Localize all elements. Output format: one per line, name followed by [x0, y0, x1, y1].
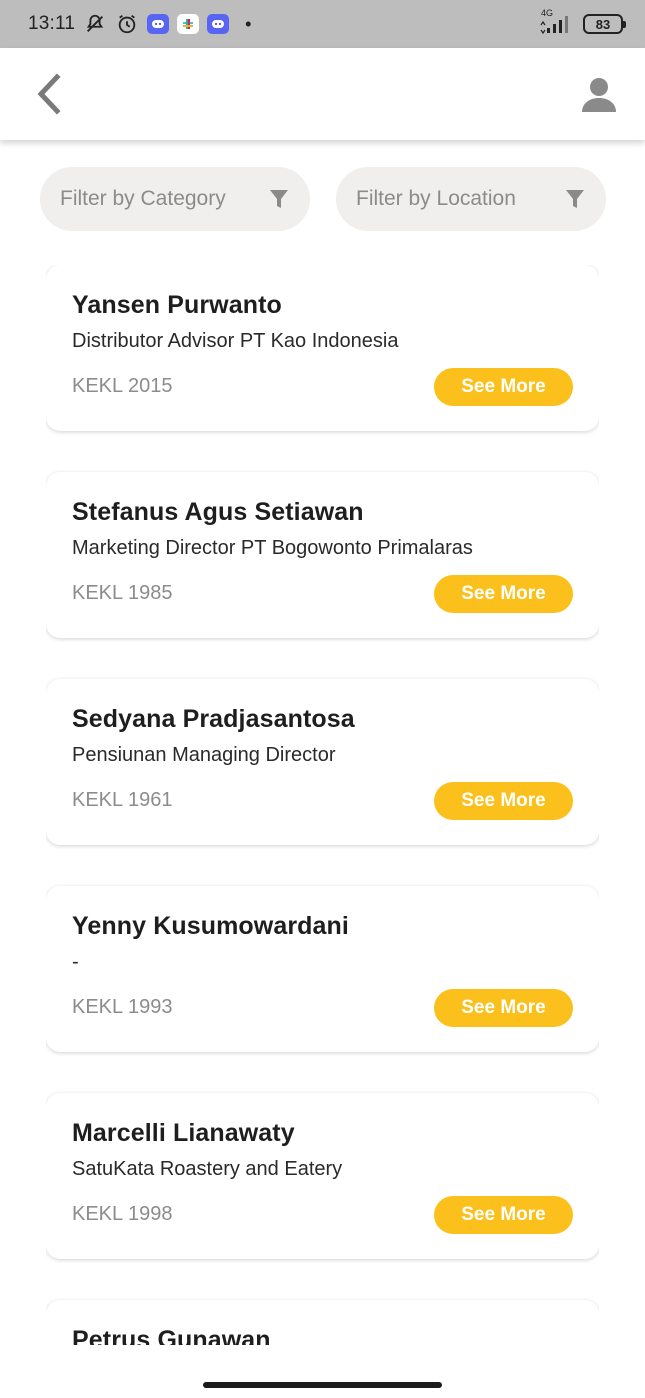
filter-location-button[interactable]: Filter by Location — [336, 167, 606, 231]
home-indicator[interactable] — [203, 1382, 442, 1388]
chevron-left-icon — [37, 73, 61, 115]
discord-icon — [207, 14, 230, 34]
alumni-list[interactable]: Yansen Purwanto Distributor Advisor PT K… — [46, 265, 599, 1345]
profile-button[interactable] — [577, 72, 621, 116]
status-bar: 13:11 • 4G 83 — [0, 0, 645, 48]
see-more-button[interactable]: See More — [434, 1196, 573, 1234]
alumni-class-year: KEKL 1998 — [72, 1203, 173, 1225]
back-button[interactable] — [26, 72, 70, 116]
list-item: Yansen Purwanto Distributor Advisor PT K… — [46, 265, 599, 431]
alumni-name: Stefanus Agus Setiawan — [72, 498, 364, 526]
see-more-button[interactable]: See More — [434, 989, 573, 1027]
slack-icon — [177, 14, 200, 34]
list-item: Sedyana Pradjasantosa Pensiunan Managing… — [46, 679, 599, 845]
alumni-class-year: KEKL 1961 — [72, 789, 173, 811]
list-item: Petrus Gunawan — [46, 1300, 599, 1345]
alumni-position: Marketing Director PT Bogowonto Primalar… — [72, 537, 473, 559]
alarm-icon — [115, 12, 139, 36]
alumni-name: Yenny Kusumowardani — [72, 912, 349, 940]
see-more-button[interactable]: See More — [434, 575, 573, 613]
battery-indicator: 83 — [583, 14, 626, 34]
network-type: 4G — [541, 8, 554, 18]
discord-icon — [147, 14, 170, 34]
mute-icon — [83, 12, 107, 36]
alumni-position: SatuKata Roastery and Eatery — [72, 1158, 343, 1180]
alumni-position: Distributor Advisor PT Kao Indonesia — [72, 330, 399, 352]
alumni-name: Yansen Purwanto — [72, 291, 282, 319]
see-more-button[interactable]: See More — [434, 368, 573, 406]
alumni-name: Sedyana Pradjasantosa — [72, 705, 355, 733]
status-left: 13:11 • — [28, 12, 251, 36]
status-time: 13:11 — [28, 13, 76, 34]
alumni-class-year: KEKL 1985 — [72, 582, 173, 604]
app-bar — [0, 48, 645, 140]
alumni-name: Marcelli Lianawaty — [72, 1119, 295, 1147]
funnel-icon — [564, 188, 586, 210]
filter-category-label: Filter by Category — [60, 187, 226, 210]
alumni-class-year: KEKL 1993 — [72, 996, 173, 1018]
battery-level: 83 — [595, 16, 611, 32]
person-icon — [582, 78, 616, 112]
more-notifications-dot: • — [245, 13, 252, 34]
status-right: 4G 83 — [539, 8, 626, 36]
list-item: Stefanus Agus Setiawan Marketing Directo… — [46, 472, 599, 638]
funnel-icon — [268, 188, 290, 210]
filter-bar: Filter by Category Filter by Location — [40, 167, 606, 231]
alumni-position: - — [72, 951, 79, 973]
filter-category-button[interactable]: Filter by Category — [40, 167, 310, 231]
alumni-name: Petrus Gunawan — [72, 1326, 271, 1345]
alumni-position: Pensiunan Managing Director — [72, 744, 336, 766]
signal-icon: 4G — [539, 8, 575, 36]
alumni-class-year: KEKL 2015 — [72, 375, 173, 397]
screen: 13:11 • 4G 83 Filter by Category Filter … — [0, 0, 645, 1398]
filter-location-label: Filter by Location — [356, 187, 516, 210]
see-more-button[interactable]: See More — [434, 782, 573, 820]
list-item: Yenny Kusumowardani - KEKL 1993 See More — [46, 886, 599, 1052]
list-item: Marcelli Lianawaty SatuKata Roastery and… — [46, 1093, 599, 1259]
